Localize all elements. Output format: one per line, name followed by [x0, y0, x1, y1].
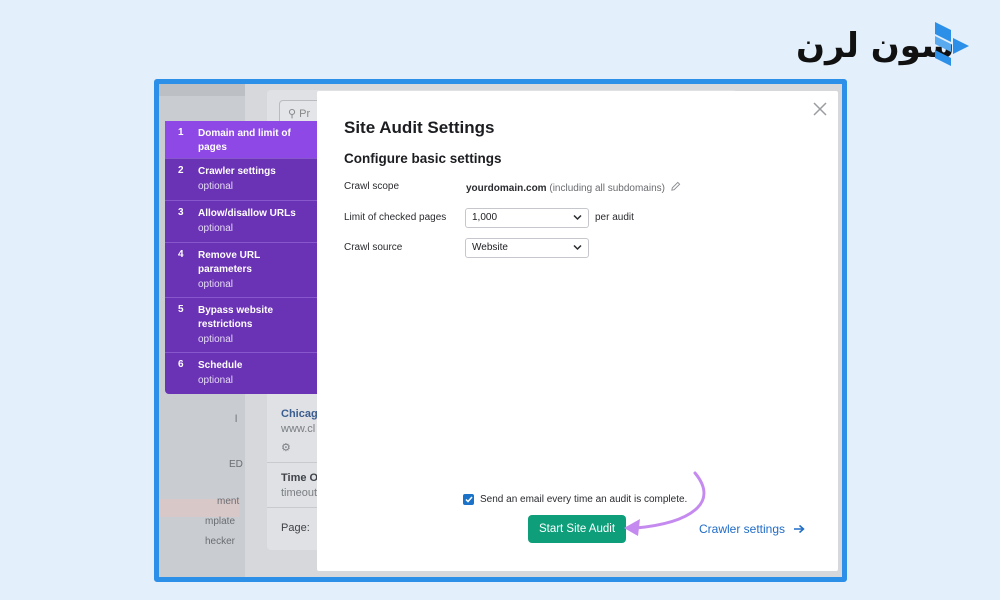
- annotation-arrow-icon: [624, 471, 706, 536]
- brand-mark-icon: [935, 22, 969, 66]
- crawl-scope-label: Crawl scope: [344, 181, 400, 192]
- crawl-source-select[interactable]: Website: [465, 238, 589, 258]
- gear-icon[interactable]: ⚙: [281, 441, 318, 454]
- checkmark-icon: [464, 496, 473, 503]
- email-checkbox[interactable]: [463, 494, 474, 505]
- per-audit-label: per audit: [595, 212, 634, 223]
- step-remove-url-parameters[interactable]: 4 Remove URL parameters optional: [165, 243, 317, 298]
- chevron-down-icon: [573, 244, 582, 251]
- background-sidebar-item[interactable]: hecker: [205, 536, 235, 547]
- background-list-item[interactable]: Chicag www.cl ⚙: [281, 408, 318, 454]
- limit-pages-select[interactable]: 1,000: [465, 208, 589, 228]
- background-sidebar-item[interactable]: l: [235, 414, 237, 425]
- settings-steps-panel: 1 Domain and limit of pages 2 Crawler se…: [165, 121, 317, 394]
- background-sidebar-item[interactable]: ment: [217, 496, 239, 507]
- brand-logo: سون لرن: [796, 22, 971, 66]
- pencil-icon[interactable]: [670, 181, 681, 192]
- crawl-source-label: Crawl source: [344, 242, 403, 253]
- crawl-scope-value: yourdomain.com (including all subdomains…: [466, 181, 681, 194]
- background-page-label: Page:: [281, 522, 310, 534]
- background-sidebar-item[interactable]: ED: [229, 459, 243, 470]
- modal-subtitle: Configure basic settings: [344, 151, 502, 166]
- arrow-right-icon: [794, 524, 805, 534]
- step-allow-disallow-urls[interactable]: 3 Allow/disallow URLs optional: [165, 201, 317, 243]
- modal-title: Site Audit Settings: [344, 118, 495, 137]
- site-audit-settings-modal: Site Audit Settings Configure basic sett…: [317, 91, 838, 571]
- step-domain-and-limit[interactable]: 1 Domain and limit of pages: [165, 121, 317, 159]
- close-icon[interactable]: [812, 101, 828, 117]
- step-bypass-website-restrictions[interactable]: 5 Bypass website restrictions optional: [165, 298, 317, 353]
- limit-pages-label: Limit of checked pages: [344, 212, 447, 223]
- search-icon: ⚲: [288, 108, 297, 120]
- chevron-down-icon: [573, 214, 582, 221]
- background-sidebar-item[interactable]: mplate: [205, 516, 235, 527]
- step-schedule[interactable]: 6 Schedule optional: [165, 353, 317, 394]
- step-crawler-settings[interactable]: 2 Crawler settings optional: [165, 159, 317, 201]
